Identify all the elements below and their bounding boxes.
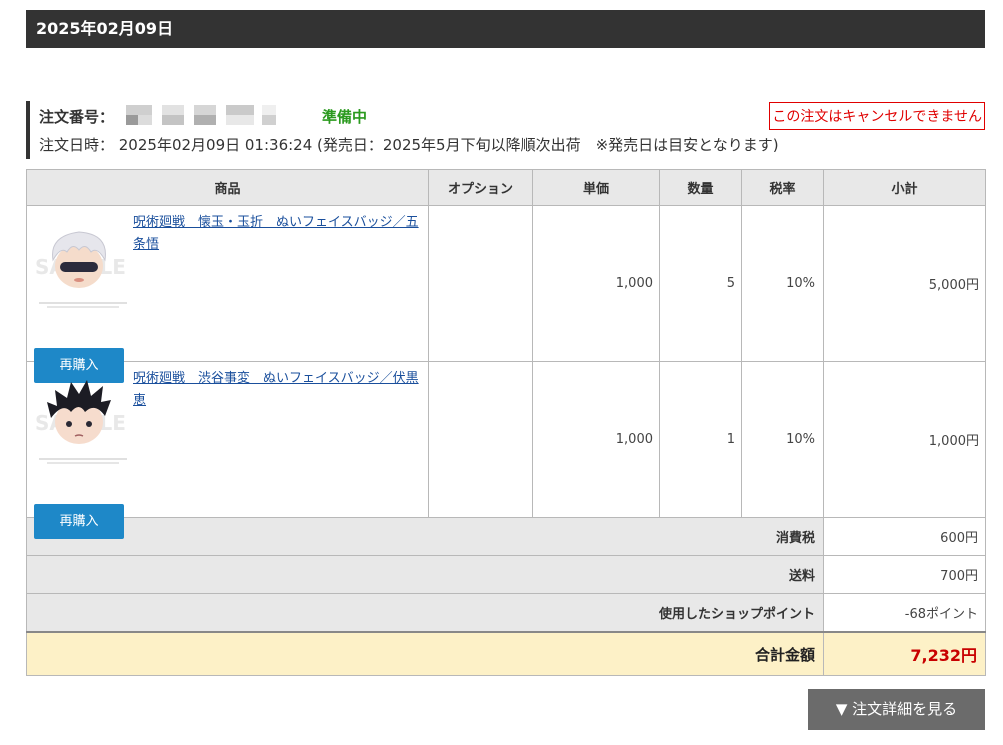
col-header-tax-rate: 税率 [741, 169, 824, 206]
subtotal-cell: 5,000円 [823, 205, 986, 362]
shipping-value: 700円 [823, 555, 986, 594]
order-items-table: 商品 オプション 単価 数量 税率 小計 SAMPLE [26, 169, 986, 676]
product-cell: SAMPLE 呪術廻戦 渋谷事変 ぬいフェイスバッジ／伏黒恵 再購入 [26, 361, 429, 539]
order-number-redacted [122, 105, 312, 127]
tax-rate-cell: 10% [741, 361, 824, 518]
product-name-link[interactable]: 呪術廻戦 渋谷事変 ぬいフェイスバッジ／伏黒恵 [133, 368, 423, 412]
summary-row-tax: 消費税 600円 [26, 517, 986, 556]
unit-price-cell: 1,000 [532, 361, 660, 518]
table-row: SAMPLE 呪術廻戦 渋谷事変 ぬいフェイスバッジ／伏黒恵 再購入 1,000… [26, 361, 986, 539]
points-used-value: -68ポイント [823, 593, 986, 633]
gojo-plush-badge-icon[interactable]: SAMPLE [35, 216, 131, 312]
order-number-row: 注文番号： 準備中 [39, 105, 367, 127]
cancel-not-allowed-notice: この注文はキャンセルできません [769, 102, 985, 130]
consumption-tax-value: 600円 [823, 517, 986, 556]
rebuy-button[interactable]: 再購入 [34, 504, 124, 539]
points-used-label: 使用したショップポイント [26, 593, 824, 633]
order-number-label: 注文番号： [39, 107, 115, 126]
col-header-unit-price: 単価 [532, 169, 660, 206]
quantity-cell: 1 [659, 361, 742, 518]
summary-row-shipping: 送料 700円 [26, 555, 986, 594]
option-cell [428, 205, 533, 362]
product-name-link[interactable]: 呪術廻戦 懐玉・玉折 ぬいフェイスバッジ／五条悟 [133, 212, 423, 256]
table-header-row: 商品 オプション 単価 数量 税率 小計 [26, 169, 986, 206]
fushiguro-plush-badge-icon[interactable]: SAMPLE [35, 372, 131, 468]
order-status-badge: 準備中 [322, 107, 368, 126]
col-header-quantity: 数量 [659, 169, 742, 206]
order-summary-header: 注文番号： 準備中 注文日時： 2025年02月09日 01:36:24 (発売… [26, 101, 985, 159]
view-order-details-button[interactable]: ▼ 注文詳細を見る [808, 689, 985, 730]
quantity-cell: 5 [659, 205, 742, 362]
total-amount-value: 7,232円 [823, 631, 986, 676]
order-datetime: 注文日時： 2025年02月09日 01:36:24 (発売日：2025年5月下… [39, 136, 779, 154]
shipping-label: 送料 [26, 555, 824, 594]
tax-rate-cell: 10% [741, 205, 824, 362]
consumption-tax-label: 消費税 [26, 517, 824, 556]
option-cell [428, 361, 533, 518]
col-header-option: オプション [428, 169, 533, 206]
unit-price-cell: 1,000 [532, 205, 660, 362]
product-cell: SAMPLE 呪術廻戦 懐玉・玉折 ぬいフェイスバッジ／五条悟 再購入 [26, 205, 429, 383]
total-row: 合計金額 7,232円 [26, 631, 986, 676]
subtotal-cell: 1,000円 [823, 361, 986, 518]
col-header-product: 商品 [26, 169, 429, 206]
total-amount-label: 合計金額 [26, 631, 824, 676]
order-date-header: 2025年02月09日 [26, 10, 985, 48]
table-row: SAMPLE 呪術廻戦 懐玉・玉折 ぬいフェイスバッジ／五条悟 再購入 1,00… [26, 205, 986, 383]
col-header-subtotal: 小計 [823, 169, 986, 206]
summary-row-points: 使用したショップポイント -68ポイント [26, 593, 986, 633]
